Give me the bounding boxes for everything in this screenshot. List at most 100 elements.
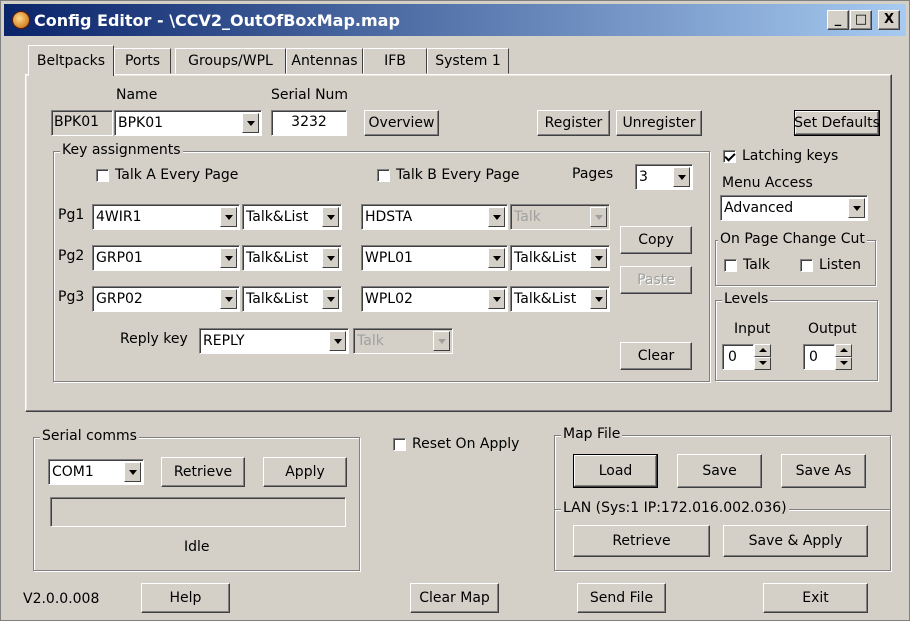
set-defaults-button[interactable]: Set Defaults	[794, 110, 880, 136]
minimize-button[interactable]: _	[827, 10, 849, 30]
chevron-down-icon[interactable]	[322, 207, 339, 227]
copy-button[interactable]: Copy	[620, 226, 692, 254]
tab-antennas[interactable]: Antennas	[286, 48, 363, 74]
pg2-label: Pg2	[58, 248, 85, 264]
serial-status: Idle	[184, 539, 210, 555]
checkbox-box[interactable]	[723, 149, 736, 163]
menu-access-dropdown[interactable]: Advanced	[720, 195, 868, 221]
tab-label: Ports	[124, 53, 161, 69]
name-dropdown[interactable]: BPK01	[114, 110, 262, 136]
reset-on-apply-checkbox[interactable]: Reset On Apply	[393, 436, 519, 452]
spin-down-icon[interactable]	[754, 357, 771, 370]
latching-keys-checkbox[interactable]: Latching keys	[723, 148, 838, 164]
pg2-key-a-mode-dropdown[interactable]: Talk&List	[242, 245, 342, 271]
talk-a-every-page-checkbox[interactable]: Talk A Every Page	[96, 167, 238, 183]
checkbox-box[interactable]	[724, 258, 737, 272]
serial-num-field[interactable]: 3232	[271, 110, 347, 136]
pg3-label: Pg3	[58, 289, 85, 305]
output-level-value[interactable]: 0	[803, 344, 835, 370]
chevron-down-icon[interactable]	[322, 289, 339, 309]
checkbox-box[interactable]	[800, 258, 813, 272]
chevron-down-icon[interactable]	[124, 462, 141, 482]
chevron-down-icon[interactable]	[590, 289, 607, 309]
load-button[interactable]: Load	[573, 454, 658, 488]
tab-groups-wpl[interactable]: Groups/WPL	[175, 48, 286, 74]
spin-up-icon[interactable]	[835, 344, 852, 357]
checkbox-box[interactable]	[377, 168, 390, 182]
map-file-label: Map File	[561, 426, 623, 442]
input-label: Input	[734, 321, 771, 337]
chevron-down-icon[interactable]	[488, 207, 505, 227]
tab-ports[interactable]: Ports	[114, 48, 171, 74]
title-bar[interactable]: Config Editor - \CCV2_OutOfBoxMap.map _ …	[4, 4, 906, 36]
pages-dropdown[interactable]: 3	[635, 164, 693, 190]
dropdown-value: Talk	[514, 209, 541, 225]
chevron-down-icon[interactable]	[488, 289, 505, 309]
pg1-key-a-dropdown[interactable]: 4WIR1	[92, 204, 240, 230]
save-button[interactable]: Save	[677, 454, 762, 488]
chevron-down-icon[interactable]	[220, 207, 237, 227]
pg2-key-b-mode-dropdown[interactable]: Talk&List	[510, 245, 610, 271]
send-file-button[interactable]: Send File	[577, 583, 666, 613]
close-button[interactable]: X	[878, 10, 900, 30]
chevron-down-icon[interactable]	[673, 167, 690, 187]
pg1-key-b-mode-dropdown: Talk	[510, 204, 610, 230]
serial-retrieve-button[interactable]: Retrieve	[161, 457, 245, 487]
pages-label: Pages	[572, 166, 614, 182]
chevron-down-icon[interactable]	[242, 113, 259, 133]
reply-key-dropdown[interactable]: REPLY	[199, 328, 349, 354]
name-value: BPK01	[118, 115, 164, 131]
tab-ifb[interactable]: IFB	[363, 48, 427, 74]
register-button[interactable]: Register	[537, 110, 610, 136]
paste-button: Paste	[620, 266, 692, 294]
input-level-value[interactable]: 0	[722, 344, 754, 370]
clear-map-button[interactable]: Clear Map	[410, 583, 499, 613]
spin-up-icon[interactable]	[754, 344, 771, 357]
pg3-key-b-mode-dropdown[interactable]: Talk&List	[510, 286, 610, 312]
serial-apply-button[interactable]: Apply	[263, 457, 347, 487]
checkbox-box[interactable]	[96, 168, 109, 182]
minimize-icon: _	[834, 12, 842, 27]
input-level-spinner[interactable]: 0	[722, 344, 771, 370]
tab-label: Antennas	[291, 53, 358, 69]
checkbox-label: Talk	[743, 257, 770, 273]
pg1-key-a-mode-dropdown[interactable]: Talk&List	[242, 204, 342, 230]
cut-listen-checkbox[interactable]: Listen	[800, 257, 861, 273]
help-button[interactable]: Help	[141, 583, 230, 613]
pg3-key-a-dropdown[interactable]: GRP02	[92, 286, 240, 312]
overview-button[interactable]: Overview	[364, 110, 439, 136]
save-as-button[interactable]: Save As	[781, 454, 866, 488]
tab-beltpacks[interactable]: Beltpacks	[28, 45, 114, 76]
chevron-down-icon[interactable]	[590, 248, 607, 268]
name-label: Name	[116, 87, 158, 103]
com-port-dropdown[interactable]: COM1	[48, 459, 144, 485]
chevron-down-icon[interactable]	[322, 248, 339, 268]
cut-talk-checkbox[interactable]: Talk	[724, 257, 770, 273]
maximize-button[interactable]: □	[850, 10, 872, 30]
tab-panel: Name Serial Num BPK01 BPK01 3232 Overvie…	[25, 74, 892, 412]
chevron-down-icon[interactable]	[220, 289, 237, 309]
chevron-down-icon[interactable]	[488, 248, 505, 268]
save-and-apply-button[interactable]: Save & Apply	[723, 525, 868, 557]
tab-system-1[interactable]: System 1	[427, 48, 509, 74]
on-page-change-cut-label: On Page Change Cut	[718, 231, 867, 247]
lan-retrieve-button[interactable]: Retrieve	[573, 525, 710, 557]
chevron-down-icon[interactable]	[220, 248, 237, 268]
exit-button[interactable]: Exit	[763, 583, 868, 613]
pg3-key-a-mode-dropdown[interactable]: Talk&List	[242, 286, 342, 312]
pg3-key-b-dropdown[interactable]: WPL02	[361, 286, 508, 312]
clear-keys-button[interactable]: Clear	[620, 342, 692, 370]
spin-down-icon[interactable]	[835, 357, 852, 370]
checkbox-box[interactable]	[393, 437, 406, 451]
chevron-down-icon[interactable]	[329, 331, 346, 351]
output-level-spinner[interactable]: 0	[803, 344, 852, 370]
talk-b-every-page-checkbox[interactable]: Talk B Every Page	[377, 167, 519, 183]
dropdown-value: 4WIR1	[96, 209, 142, 225]
chevron-down-icon[interactable]	[848, 198, 865, 218]
pg2-key-a-dropdown[interactable]: GRP01	[92, 245, 240, 271]
unregister-button[interactable]: Unregister	[616, 110, 702, 136]
key-assignments-label: Key assignments	[60, 142, 183, 158]
pg1-key-b-dropdown[interactable]: HDSTA	[361, 204, 508, 230]
pg2-key-b-dropdown[interactable]: WPL01	[361, 245, 508, 271]
config-editor-window: Config Editor - \CCV2_OutOfBoxMap.map _ …	[0, 0, 910, 621]
